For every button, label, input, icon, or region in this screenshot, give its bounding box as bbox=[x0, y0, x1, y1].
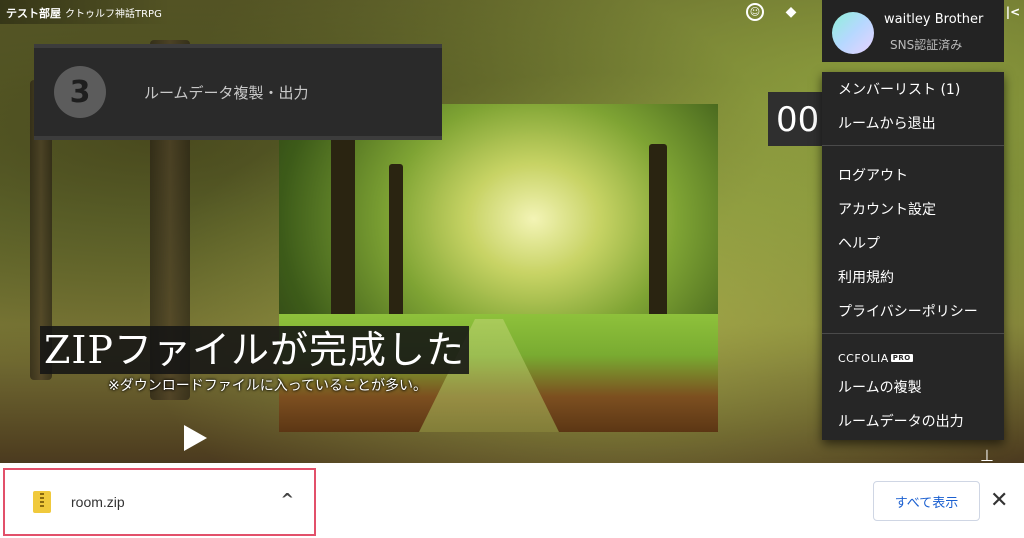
menu-divider bbox=[822, 145, 1004, 146]
menu-item-privacy[interactable]: プライバシーポリシー bbox=[822, 294, 1004, 328]
menu-item-logout[interactable]: ログアウト bbox=[822, 158, 1004, 192]
timer-display: 00 bbox=[768, 92, 828, 146]
menu-item-leave-room[interactable]: ルームから退出 bbox=[822, 106, 1004, 140]
caption-note: ※ダウンロードファイルに入っていることが多い。 bbox=[108, 378, 428, 394]
collapse-icon[interactable]: |< bbox=[1002, 3, 1024, 21]
room-title[interactable]: テスト部屋 クトゥルフ神話TRPG bbox=[0, 0, 170, 24]
account-menu: メンバーリスト (1) ルームから退出 ログアウト アカウント設定 ヘルプ 利用… bbox=[822, 72, 1004, 440]
menu-item-help[interactable]: ヘルプ bbox=[822, 226, 1004, 260]
caption-title: ZIPファイルが完成した bbox=[40, 326, 469, 374]
menu-item-member-list[interactable]: メンバーリスト (1) bbox=[822, 72, 1004, 106]
room-name: テスト部屋 bbox=[6, 7, 61, 20]
play-icon[interactable] bbox=[184, 425, 207, 451]
menu-item-terms[interactable]: 利用規約 bbox=[822, 260, 1004, 294]
chevron-up-icon[interactable]: ^ bbox=[281, 490, 294, 509]
menu-item-account-settings[interactable]: アカウント設定 bbox=[822, 192, 1004, 226]
step-label: ルームデータ複製・出力 bbox=[144, 83, 309, 102]
user-name: waitley Brother bbox=[884, 12, 984, 27]
face-icon[interactable]: ☺ bbox=[746, 3, 764, 21]
download-bar: room.zip ^ bbox=[0, 463, 1024, 538]
room-system: クトゥルフ神話TRPG bbox=[65, 9, 162, 20]
menu-item-duplicate-room[interactable]: ルームの複製 bbox=[822, 370, 1004, 404]
step-number: 3 bbox=[54, 66, 106, 118]
pro-badge: PRO bbox=[890, 354, 913, 362]
user-status: SNS認証済み bbox=[890, 38, 963, 52]
menu-divider bbox=[822, 333, 1004, 334]
show-all-button[interactable]: すべて表示 bbox=[873, 481, 980, 521]
menu-item-export-room-data[interactable]: ルームデータの出力 bbox=[822, 404, 1004, 438]
brand-name: CCFOLIA bbox=[838, 351, 889, 365]
download-filename: room.zip bbox=[71, 494, 125, 510]
user-header[interactable]: waitley Brother SNS認証済み bbox=[822, 0, 1004, 62]
ccfolia-pro-brand: CCFOLIA PRO bbox=[822, 346, 1004, 370]
layers-icon[interactable]: ◆ bbox=[782, 3, 800, 21]
close-icon[interactable]: ✕ bbox=[990, 488, 1008, 513]
download-item[interactable]: room.zip ^ bbox=[3, 468, 316, 536]
zip-file-icon bbox=[33, 491, 51, 513]
avatar bbox=[832, 12, 874, 54]
step-card: 3 ルームデータ複製・出力 bbox=[34, 44, 442, 140]
